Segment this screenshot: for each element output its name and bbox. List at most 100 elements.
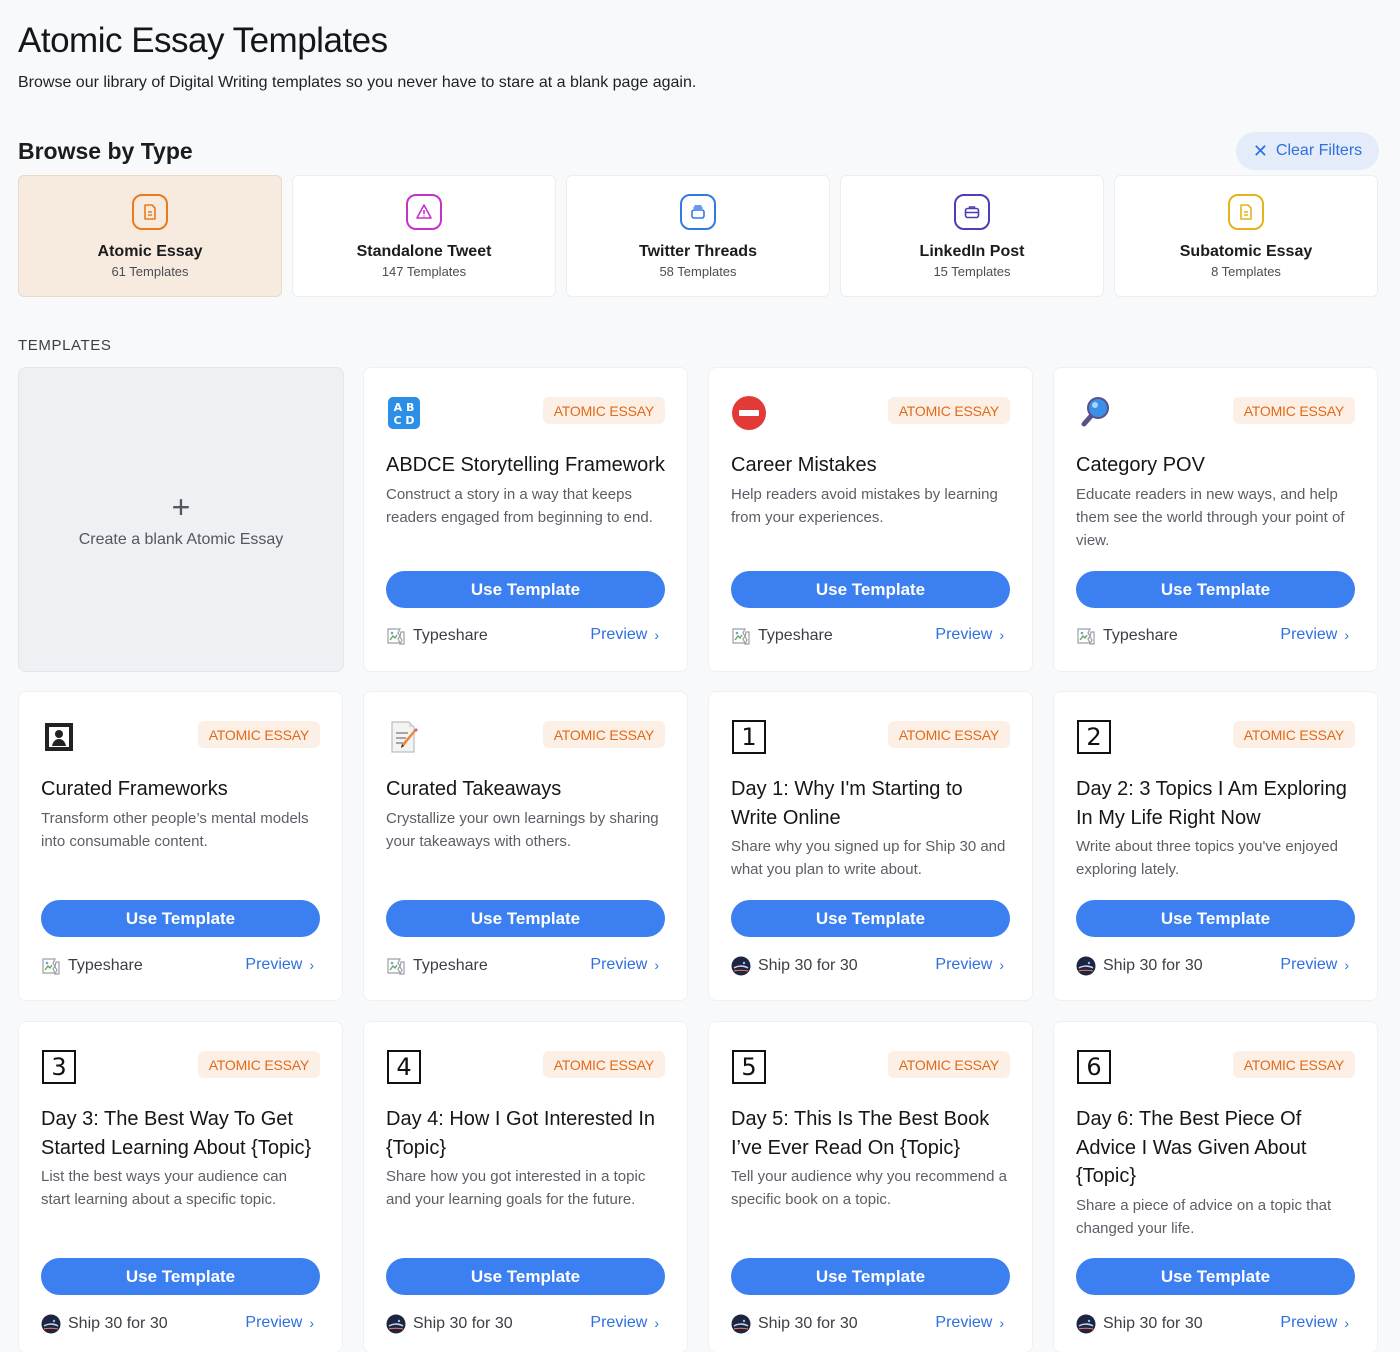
chevron-right-icon: ›	[999, 957, 1004, 973]
page-header: Atomic Essay Templates Browse our librar…	[18, 20, 696, 94]
broken-image-icon	[386, 956, 406, 976]
use-template-button[interactable]: Use Template	[41, 900, 320, 937]
preview-link[interactable]: Preview ›	[1280, 1314, 1349, 1332]
preview-link[interactable]: Preview ›	[935, 956, 1004, 974]
preview-link[interactable]: Preview ›	[1280, 956, 1349, 974]
ship30-avatar-icon	[41, 1314, 61, 1334]
author-name: Typeshare	[758, 627, 833, 644]
framed-picture-icon	[41, 719, 77, 755]
chevron-right-icon: ›	[654, 1315, 659, 1331]
warning-triangle-icon	[406, 194, 442, 230]
template-description: List the best ways your audience can sta…	[41, 1168, 287, 1208]
use-template-button[interactable]: Use Template	[386, 571, 665, 608]
chevron-right-icon: ›	[309, 957, 314, 973]
number-icon-wrapper: 6	[1076, 1049, 1112, 1085]
type-card-atomic-essay[interactable]: Atomic Essay 61 Templates	[18, 175, 282, 297]
type-count: 61 Templates	[111, 264, 189, 279]
stack-icon	[680, 194, 716, 230]
author-name: Typeshare	[1103, 627, 1178, 644]
number-icon-wrapper: 2	[1076, 719, 1112, 755]
use-template-button[interactable]: Use Template	[731, 1258, 1010, 1295]
preview-link[interactable]: Preview ›	[590, 1314, 659, 1332]
template-card[interactable]: 5 ATOMIC ESSAY Day 5: This Is The Best B…	[708, 1021, 1033, 1352]
template-title: Day 3: The Best Way To Get Started Learn…	[41, 1108, 312, 1159]
template-card[interactable]: 4 ATOMIC ESSAY Day 4: How I Got Interest…	[363, 1021, 688, 1352]
template-card[interactable]: 2 ATOMIC ESSAY Day 2: 3 Topics I Am Expl…	[1053, 691, 1378, 1001]
preview-link[interactable]: Preview ›	[590, 956, 659, 974]
chevron-right-icon: ›	[1344, 957, 1349, 973]
preview-link[interactable]: Preview ›	[245, 956, 314, 974]
type-card-twitter-threads[interactable]: Twitter Threads 58 Templates	[566, 175, 830, 297]
template-card[interactable]: ATOMIC ESSAY Category POV Educate reader…	[1053, 367, 1378, 672]
ship30-avatar-icon	[731, 1314, 751, 1334]
create-blank-essay-card[interactable]: + Create a blank Atomic Essay	[18, 367, 344, 672]
template-card[interactable]: A BC D ATOMIC ESSAY ABDCE Storytelling F…	[363, 367, 688, 672]
template-card[interactable]: ATOMIC ESSAY Curated Frameworks Transfor…	[18, 691, 343, 1001]
template-author: Ship 30 for 30	[41, 1314, 168, 1334]
type-filter-list: Atomic Essay 61 Templates Standalone Twe…	[18, 175, 1378, 297]
type-count: 147 Templates	[381, 264, 467, 279]
preview-link[interactable]: Preview ›	[590, 626, 659, 644]
type-count: 58 Templates	[659, 264, 737, 279]
template-title: ABDCE Storytelling Framework	[386, 454, 665, 476]
ship30-avatar-icon	[1076, 1314, 1096, 1334]
type-name: LinkedIn Post	[919, 243, 1025, 260]
template-title: Day 6: The Best Piece Of Advice I Was Gi…	[1076, 1108, 1307, 1187]
page-title: Atomic Essay Templates	[18, 21, 388, 60]
template-author: Typeshare	[731, 626, 833, 646]
use-template-button[interactable]: Use Template	[1076, 900, 1355, 937]
ship30-avatar-icon	[386, 1314, 406, 1334]
type-badge: ATOMIC ESSAY	[887, 1051, 1010, 1078]
type-card-standalone-tweet[interactable]: Standalone Tweet 147 Templates	[292, 175, 556, 297]
type-card-subatomic-essay[interactable]: Subatomic Essay 8 Templates	[1114, 175, 1378, 297]
browse-by-type-title: Browse by Type	[18, 138, 193, 164]
preview-label: Preview	[590, 1314, 648, 1331]
template-card[interactable]: ATOMIC ESSAY Curated Takeaways Crystalli…	[363, 691, 688, 1001]
type-badge: ATOMIC ESSAY	[542, 397, 665, 424]
preview-label: Preview	[1280, 626, 1338, 643]
template-author: Typeshare	[386, 626, 488, 646]
type-name: Standalone Tweet	[356, 243, 492, 260]
type-card-linkedin-post[interactable]: LinkedIn Post 15 Templates	[840, 175, 1104, 297]
template-card[interactable]: 3 ATOMIC ESSAY Day 3: The Best Way To Ge…	[18, 1021, 343, 1352]
preview-link[interactable]: Preview ›	[1280, 626, 1349, 644]
template-description: Share a piece of advice on a topic that …	[1076, 1196, 1332, 1237]
use-template-button[interactable]: Use Template	[1076, 1258, 1355, 1295]
type-name: Subatomic Essay	[1179, 243, 1313, 260]
ship30-avatar-icon	[1076, 956, 1096, 976]
broken-image-icon	[41, 956, 61, 976]
number-icon-wrapper: 5	[731, 1049, 767, 1085]
author-name: Ship 30 for 30	[758, 957, 858, 974]
author-name: Ship 30 for 30	[413, 1315, 513, 1332]
use-template-button[interactable]: Use Template	[1076, 571, 1355, 608]
template-card[interactable]: 6 ATOMIC ESSAY Day 6: The Best Piece Of …	[1053, 1021, 1378, 1352]
template-description: Write about three topics you've enjoyed …	[1076, 838, 1338, 878]
use-template-button[interactable]: Use Template	[386, 900, 665, 937]
preview-link[interactable]: Preview ›	[935, 1314, 1004, 1332]
abcd-icon: A BC D	[386, 395, 422, 431]
template-description: Share how you got interested in a topic …	[386, 1168, 646, 1208]
clear-filters-button[interactable]: ✕ Clear Filters	[1236, 132, 1379, 170]
use-template-button[interactable]: Use Template	[386, 1258, 665, 1295]
magnifying-glass-icon	[1076, 395, 1112, 431]
author-name: Ship 30 for 30	[68, 1315, 168, 1332]
use-template-button[interactable]: Use Template	[731, 900, 1010, 937]
author-name: Ship 30 for 30	[1103, 1315, 1203, 1332]
author-name: Ship 30 for 30	[758, 1315, 858, 1332]
preview-link[interactable]: Preview ›	[935, 626, 1004, 644]
template-card[interactable]: 1 ATOMIC ESSAY Day 1: Why I'm Starting t…	[708, 691, 1033, 1001]
type-badge: ATOMIC ESSAY	[542, 1051, 665, 1078]
type-name: Atomic Essay	[97, 243, 203, 260]
preview-link[interactable]: Preview ›	[245, 1314, 314, 1332]
templates-section-label: TEMPLATES	[18, 337, 112, 354]
template-card[interactable]: ATOMIC ESSAY Career Mistakes Help reader…	[708, 367, 1033, 672]
use-template-button[interactable]: Use Template	[41, 1258, 320, 1295]
template-title: Curated Takeaways	[386, 778, 562, 800]
use-template-button[interactable]: Use Template	[731, 571, 1010, 608]
document-icon	[132, 194, 168, 230]
template-author: Ship 30 for 30	[731, 1314, 858, 1334]
type-badge: ATOMIC ESSAY	[887, 397, 1010, 424]
chevron-right-icon: ›	[309, 1315, 314, 1331]
template-author: Ship 30 for 30	[386, 1314, 513, 1334]
number-icon-wrapper: 3	[41, 1049, 77, 1085]
